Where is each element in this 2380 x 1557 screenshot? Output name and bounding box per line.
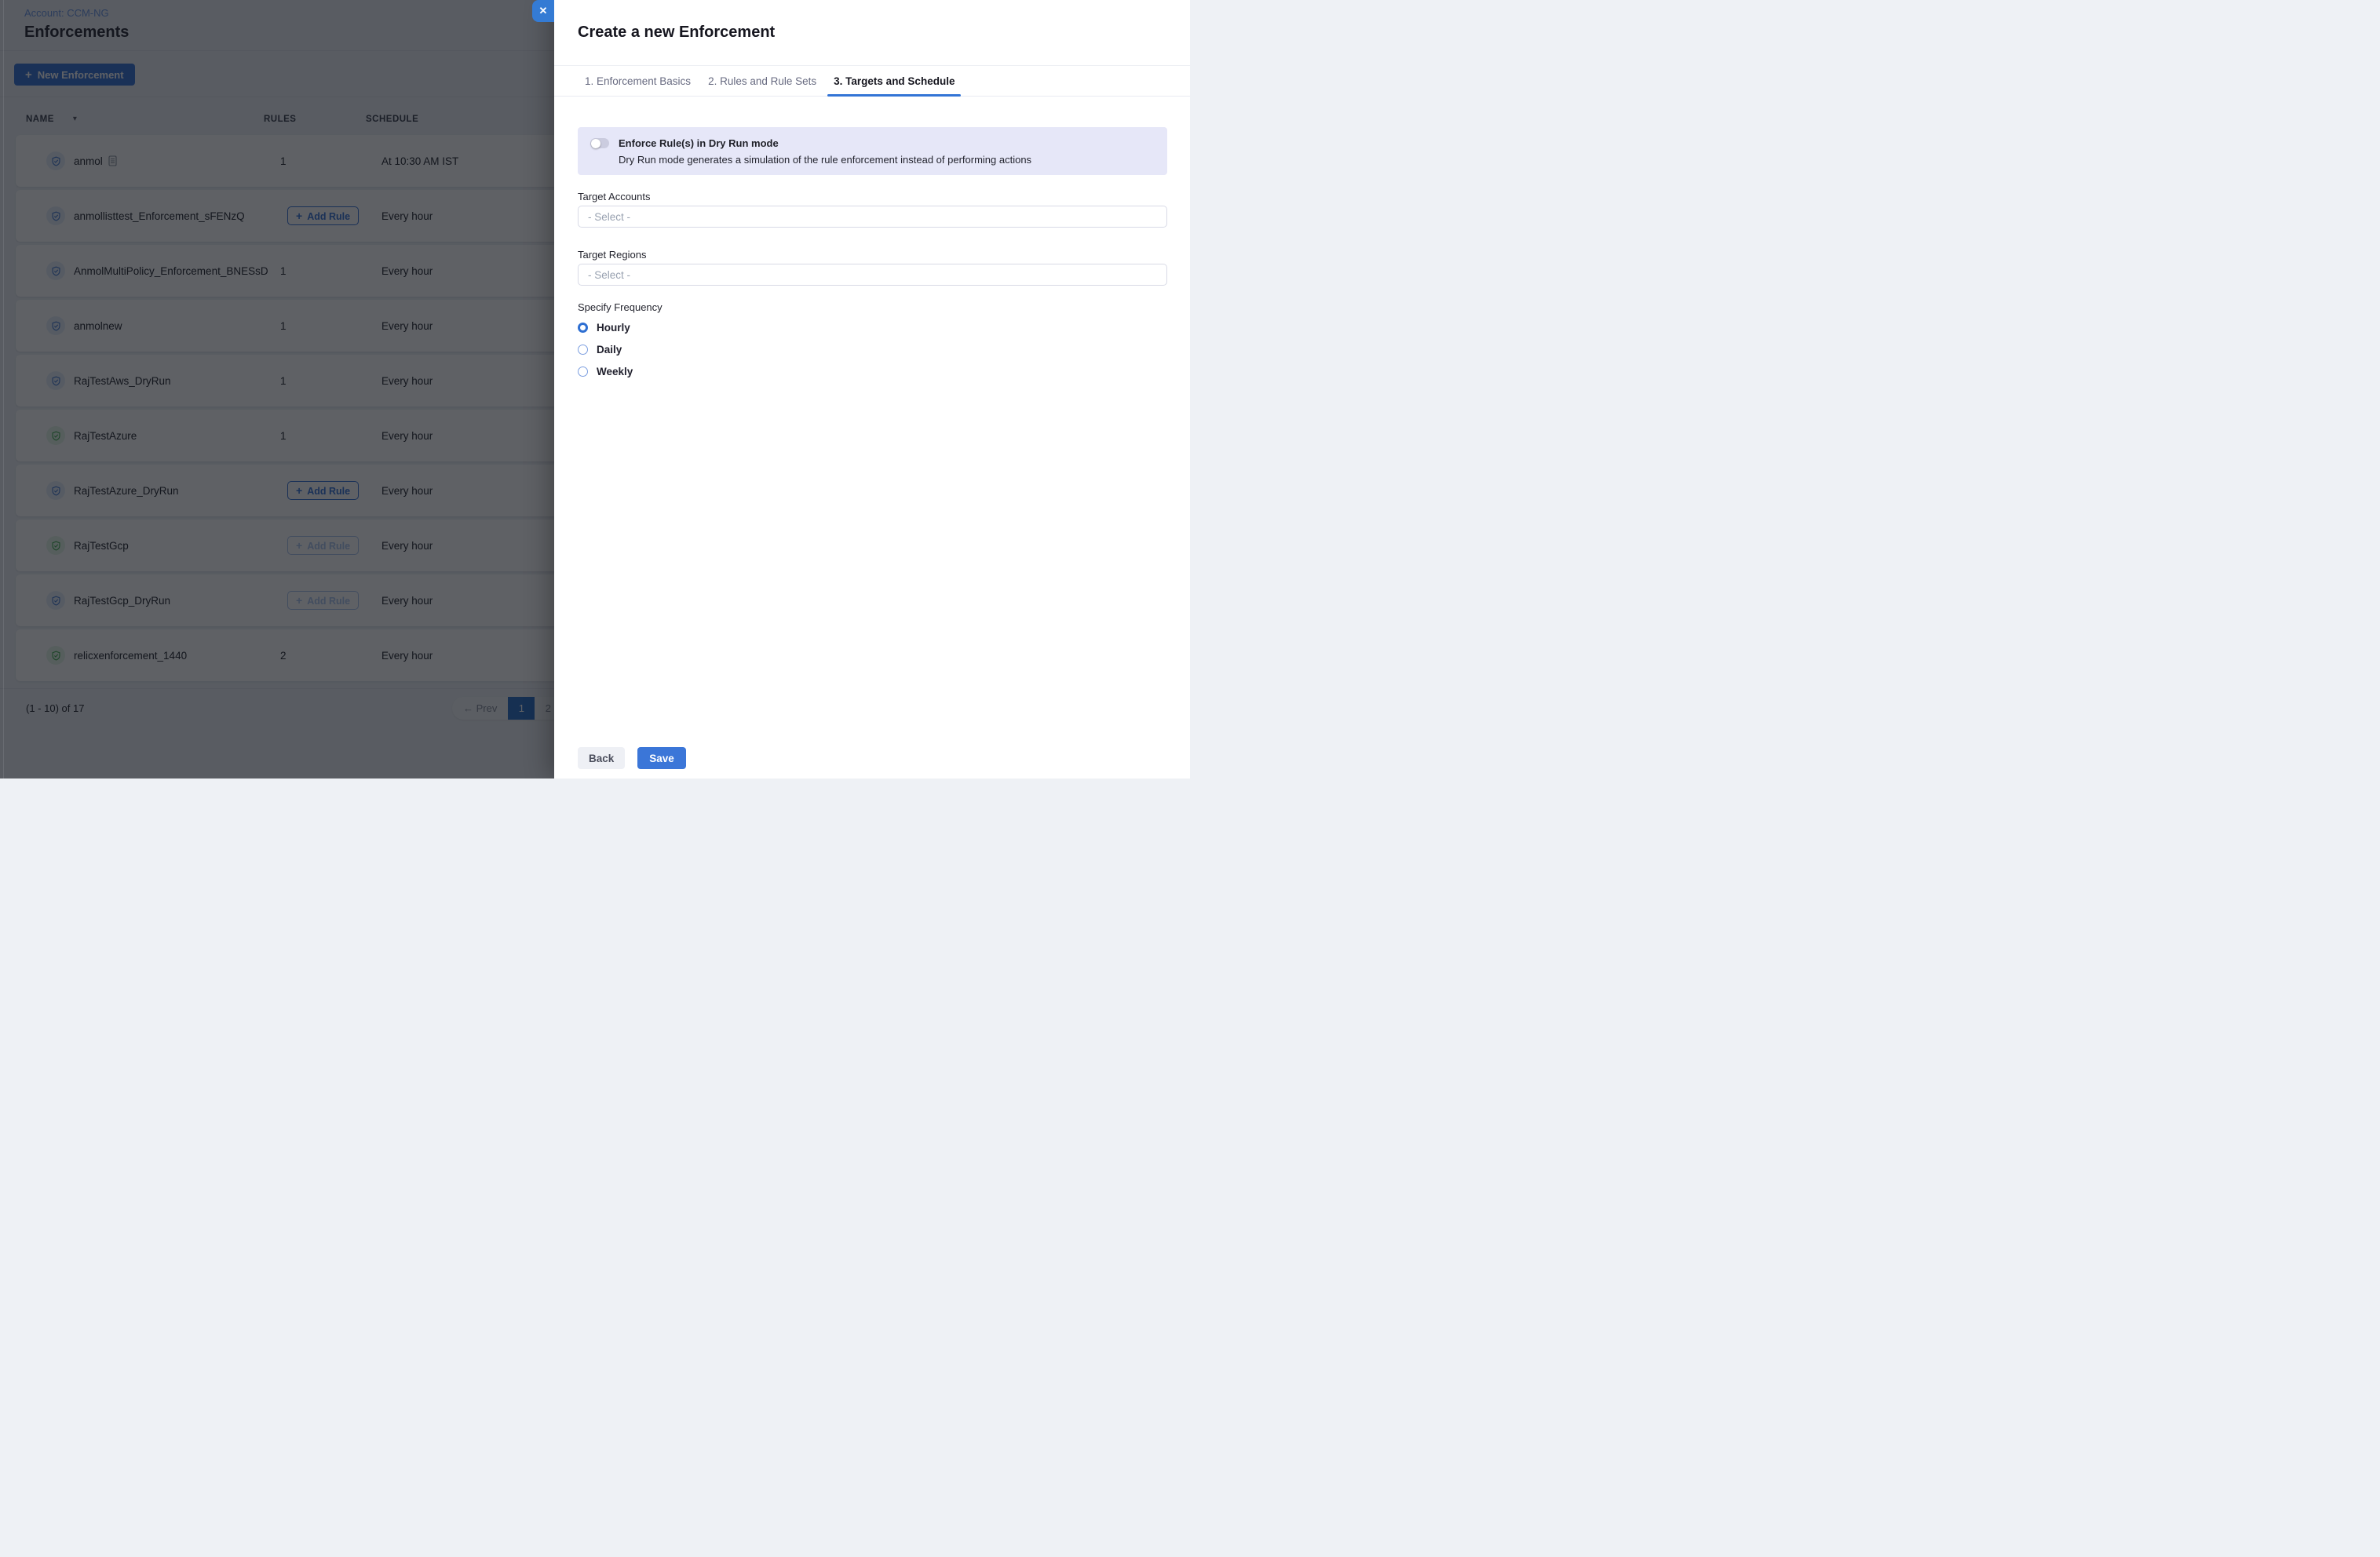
panel-actions: Back Save (578, 747, 686, 769)
frequency-option-weekly[interactable]: Weekly (578, 361, 633, 381)
tab-step-2[interactable]: 2. Rules and Rule Sets (702, 66, 823, 96)
frequency-option-daily[interactable]: Daily (578, 339, 622, 359)
frequency-option-hourly[interactable]: Hourly (578, 317, 630, 337)
tab-step-1[interactable]: 1. Enforcement Basics (579, 66, 697, 96)
dry-run-title: Enforce Rule(s) in Dry Run mode (619, 137, 779, 149)
select-placeholder: - Select - (588, 211, 630, 223)
create-enforcement-panel: Create a new Enforcement 1. Enforcement … (554, 0, 1190, 778)
radio-selected-icon (578, 323, 588, 333)
radio-icon (578, 345, 588, 355)
frequency-option-label: Weekly (597, 366, 633, 377)
toggle-knob-icon (591, 139, 600, 148)
field-label-target-accounts: Target Accounts (578, 191, 651, 202)
wizard-tabs: 1. Enforcement Basics2. Rules and Rule S… (554, 65, 1190, 97)
frequency-label: Specify Frequency (578, 301, 663, 313)
dry-run-toggle[interactable] (590, 138, 609, 148)
radio-icon (578, 366, 588, 377)
back-button[interactable]: Back (578, 747, 625, 769)
panel-title: Create a new Enforcement (578, 24, 775, 42)
frequency-option-label: Daily (597, 344, 622, 356)
save-button[interactable]: Save (637, 747, 686, 769)
close-icon: ✕ (539, 5, 548, 17)
select-target-accounts[interactable]: - Select - (578, 206, 1167, 228)
select-placeholder: - Select - (588, 269, 630, 281)
screen: Account: CCM-NG Enforcements + New Enfor… (0, 0, 1190, 778)
dry-run-banner: Enforce Rule(s) in Dry Run mode Dry Run … (578, 127, 1167, 175)
left-edge-divider (3, 0, 4, 778)
close-button[interactable]: ✕ (532, 0, 554, 22)
field-label-target-regions: Target Regions (578, 249, 646, 261)
dry-run-description: Dry Run mode generates a simulation of t… (619, 154, 1031, 166)
select-target-regions[interactable]: - Select - (578, 264, 1167, 286)
modal-overlay (0, 0, 554, 778)
tab-step-3[interactable]: 3. Targets and Schedule (827, 66, 961, 96)
frequency-option-label: Hourly (597, 322, 630, 334)
